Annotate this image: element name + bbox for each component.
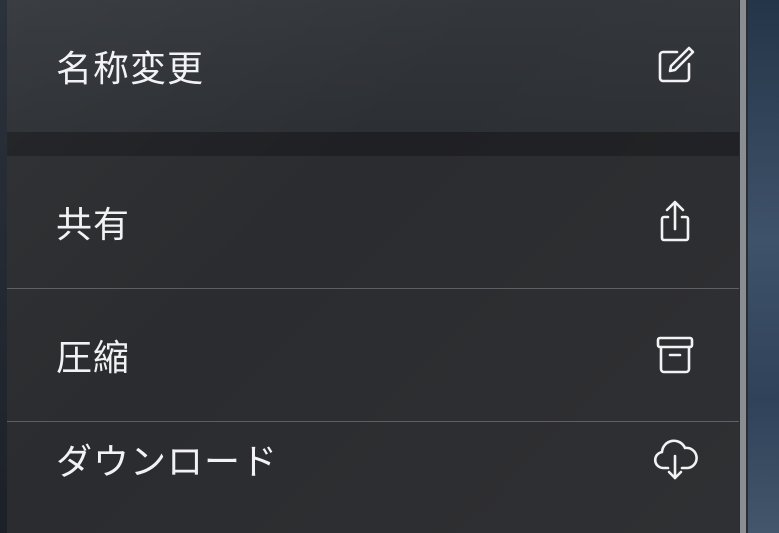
share-icon bbox=[651, 198, 699, 246]
menu-item-rename[interactable]: 名称変更 bbox=[7, 0, 739, 132]
menu-item-label: 名称変更 bbox=[56, 49, 205, 90]
cloud-download-icon bbox=[651, 435, 699, 483]
menu-item-share[interactable]: 共有 bbox=[7, 156, 739, 288]
background-wallpaper bbox=[748, 0, 779, 533]
scroll-indicator[interactable] bbox=[740, 0, 746, 533]
menu-item-label: ダウンロード bbox=[56, 442, 279, 483]
archive-box-icon bbox=[651, 331, 699, 379]
menu-item-download[interactable]: ダウンロード bbox=[7, 422, 739, 533]
square-pencil-icon bbox=[651, 42, 699, 90]
menu-item-label: 共有 bbox=[56, 205, 131, 246]
menu-group-separator bbox=[7, 132, 739, 156]
menu-item-label: 圧縮 bbox=[56, 338, 131, 379]
screen: 名称変更 共有 圧縮 ダウンロード bbox=[0, 0, 779, 533]
menu-item-compress[interactable]: 圧縮 bbox=[7, 289, 739, 421]
context-menu: 名称変更 共有 圧縮 ダウンロード bbox=[7, 0, 739, 533]
